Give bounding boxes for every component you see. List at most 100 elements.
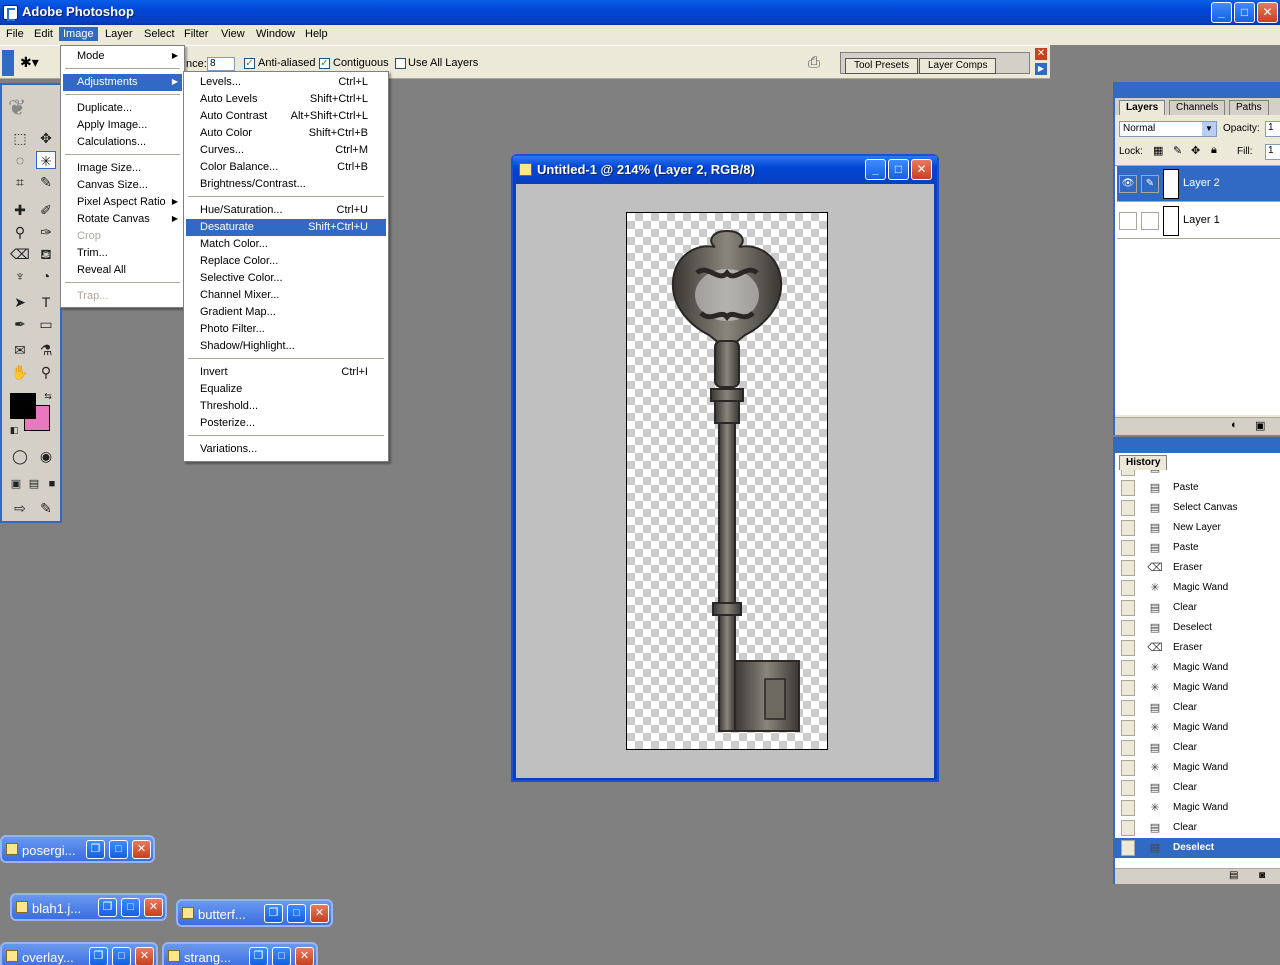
tool-presets-tab[interactable]: Tool Presets [845,58,919,74]
edit-in-imageready-icon[interactable]: ✎ [36,499,56,517]
layer-comps-tab[interactable]: Layer Comps [919,58,997,74]
lasso-tool-icon[interactable]: ◌ [10,151,30,169]
paint-bucket-icon[interactable]: ⛾ [36,245,56,263]
history-state[interactable]: ▤ Clear [1115,738,1280,758]
menu-item-hue-saturation[interactable]: Hue/Saturation... Ctrl+U [186,202,386,219]
menu-item-mode[interactable]: Mode ▶ [63,48,182,65]
brush-tool-icon[interactable]: ✐ [36,201,56,219]
maximize-button[interactable]: □ [1234,2,1255,23]
clone-stamp-icon[interactable]: ⚲ [10,223,30,241]
history-source-box[interactable] [1121,470,1135,476]
use-all-layers-checkbox[interactable] [395,58,406,69]
history-brush-icon[interactable]: ✑ [36,223,56,241]
menu-item-rotate-canvas[interactable]: Rotate Canvas ▶ [63,211,182,228]
menu-item-image-size[interactable]: Image Size... [63,160,182,177]
anti-aliased-checkbox[interactable]: ✓ [244,58,255,69]
history-state[interactable]: ▤ Deselect [1115,838,1280,858]
doc-maximize-button[interactable]: □ [888,159,909,180]
menu-item-curves[interactable]: Curves... Ctrl+M [186,142,386,159]
standard-mode-icon[interactable]: ◯ [10,447,30,465]
maximize-button[interactable]: □ [109,840,128,859]
minimized-doc-window[interactable]: strang... ❐ □ ✕ [162,942,318,965]
history-source-box[interactable] [1121,740,1135,756]
menu-item-duplicate[interactable]: Duplicate... [63,100,182,117]
restore-button[interactable]: ❐ [98,898,117,917]
history-source-box[interactable] [1121,820,1135,836]
history-source-box[interactable] [1121,580,1135,596]
maximize-button[interactable]: □ [272,947,291,965]
jump-to-imageready-icon[interactable]: ⇨ [10,499,30,517]
printer-icon[interactable]: ⎙ [808,54,828,72]
zoom-tool-icon[interactable]: ⚲ [36,363,56,381]
brush-icon[interactable]: ✎ [1141,175,1159,193]
quick-mask-icon[interactable]: ◉ [36,447,56,465]
menu-help[interactable]: Help [301,27,332,41]
maximize-button[interactable]: □ [287,904,306,923]
history-source-box[interactable] [1121,700,1135,716]
close-button[interactable]: ✕ [135,947,154,965]
new-document-icon[interactable]: ▤ [1229,870,1238,881]
menu-filter[interactable]: Filter [180,27,212,41]
pen-tool-icon[interactable]: ✒ [10,315,30,333]
history-state[interactable]: ▤ Clear [1115,598,1280,618]
notes-tool-icon[interactable]: ✉ [10,341,30,359]
history-state[interactable]: ⌫ Eraser [1115,558,1280,578]
menu-image[interactable]: Image [59,27,98,41]
eye-icon[interactable]: 👁︎ [1119,175,1137,193]
type-tool-icon[interactable]: T [36,293,56,311]
eraser-tool-icon[interactable]: ⌫ [10,245,30,263]
menu-item-canvas-size[interactable]: Canvas Size... [63,177,182,194]
link-box[interactable] [1141,212,1159,230]
menu-item-desaturate[interactable]: Desaturate Shift+Ctrl+U [186,219,386,236]
menu-item-auto-levels[interactable]: Auto Levels Shift+Ctrl+L [186,91,386,108]
menu-item-match-color[interactable]: Match Color... [186,236,386,253]
lock-position-icon[interactable]: ✥ [1191,144,1200,157]
document-title-bar[interactable]: Untitled-1 @ 214% (Layer 2, RGB/8) _ □ ✕ [513,156,937,184]
history-source-box[interactable] [1121,620,1135,636]
maximize-button[interactable]: □ [112,947,131,965]
history-state[interactable]: ▤ Paste [1115,478,1280,498]
history-state[interactable]: ✳ Magic Wand [1115,658,1280,678]
menu-item-auto-color[interactable]: Auto Color Shift+Ctrl+B [186,125,386,142]
dodge-tool-icon[interactable]: ◔ [36,267,56,285]
history-state[interactable]: ✳ Magic Wand [1115,678,1280,698]
menu-item-shadow-highlight[interactable]: Shadow/Highlight... [186,338,386,355]
menu-select[interactable]: Select [140,27,179,41]
lock-image-icon[interactable]: ✎ [1173,144,1182,157]
menu-item-channel-mixer[interactable]: Channel Mixer... [186,287,386,304]
history-source-box[interactable] [1121,800,1135,816]
new-adjustment-layer-icon[interactable]: ◐ [1231,419,1238,431]
healing-brush-icon[interactable]: ✚ [10,201,30,219]
menu-layer[interactable]: Layer [101,27,137,41]
history-source-box[interactable] [1121,840,1135,856]
history-source-box[interactable] [1121,500,1135,516]
history-state[interactable]: ✳ Magic Wand [1115,718,1280,738]
blend-mode-select[interactable]: Normal ▼ [1119,121,1217,137]
restore-button[interactable]: ❐ [249,947,268,965]
minimized-doc-window[interactable]: butterf... ❐ □ ✕ [176,899,333,927]
close-button[interactable]: ✕ [310,904,329,923]
minimized-doc-window[interactable]: overlay... ❐ □ ✕ [0,942,158,965]
menu-item-brightness-contrast[interactable]: Brightness/Contrast... [186,176,386,193]
menu-item-threshold[interactable]: Threshold... [186,398,386,415]
magic-wand-tool-preset-icon[interactable]: ✱▾ [20,54,42,72]
opacity-input[interactable]: 1 [1265,121,1280,137]
menu-window[interactable]: Window [252,27,299,41]
restore-button[interactable]: ❐ [264,904,283,923]
menu-file[interactable]: File [2,27,28,41]
history-state[interactable]: ▤ Clear [1115,818,1280,838]
menu-item-apply-image[interactable]: Apply Image... [63,117,182,134]
screen-mode-full-menu-icon[interactable]: ▤ [24,475,44,493]
history-source-box[interactable] [1121,640,1135,656]
menu-item-gradient-map[interactable]: Gradient Map... [186,304,386,321]
layer-row[interactable]: Layer 1 [1117,203,1280,239]
restore-button[interactable]: ❐ [89,947,108,965]
menu-item-replace-color[interactable]: Replace Color... [186,253,386,270]
tab-channels[interactable]: Channels [1169,100,1226,115]
screen-mode-standard-icon[interactable]: ▣ [6,475,26,493]
foreground-color-swatch[interactable] [10,393,36,419]
shape-tool-icon[interactable]: ▭ [36,315,56,333]
history-state[interactable]: ▤ New [1115,470,1280,478]
history-state[interactable]: ▤ New Layer [1115,518,1280,538]
history-state[interactable]: ✳ Magic Wand [1115,578,1280,598]
